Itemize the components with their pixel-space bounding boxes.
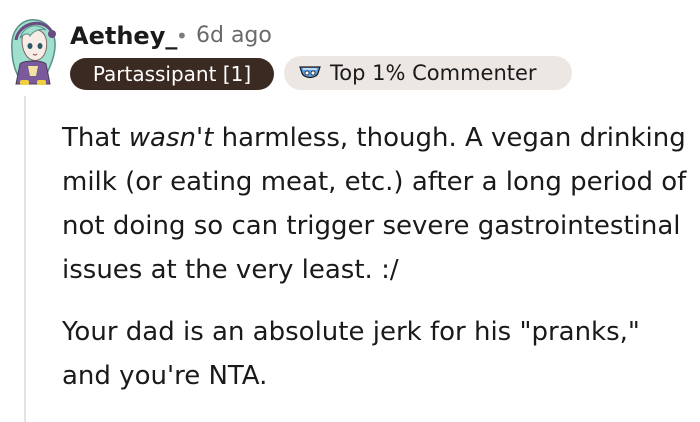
paragraph-1-emphasis: wasn't (128, 123, 214, 153)
comment-body: That wasn't harmless, though. A vegan dr… (62, 116, 694, 416)
top-commenter-badge[interactable]: Top 1% Commenter (284, 56, 572, 90)
comment-paragraph-1: That wasn't harmless, though. A vegan dr… (62, 116, 694, 292)
top-commenter-icon (298, 63, 322, 83)
avatar[interactable] (2, 10, 64, 86)
avatar-image (11, 19, 56, 85)
comment: Aethey_ • 6d ago Partassipant [1] Top 1%… (0, 0, 700, 422)
user-flair: Partassipant [1] (70, 58, 274, 90)
thread-line[interactable] (24, 96, 26, 422)
separator-dot: • (176, 24, 188, 48)
comment-paragraph-2: Your dad is an absolute jerk for his "pr… (62, 317, 640, 391)
paragraph-1-start: That (62, 123, 129, 153)
timestamp[interactable]: 6d ago (196, 22, 272, 50)
username[interactable]: Aethey_ (70, 22, 177, 50)
top-commenter-label: Top 1% Commenter (330, 61, 537, 85)
